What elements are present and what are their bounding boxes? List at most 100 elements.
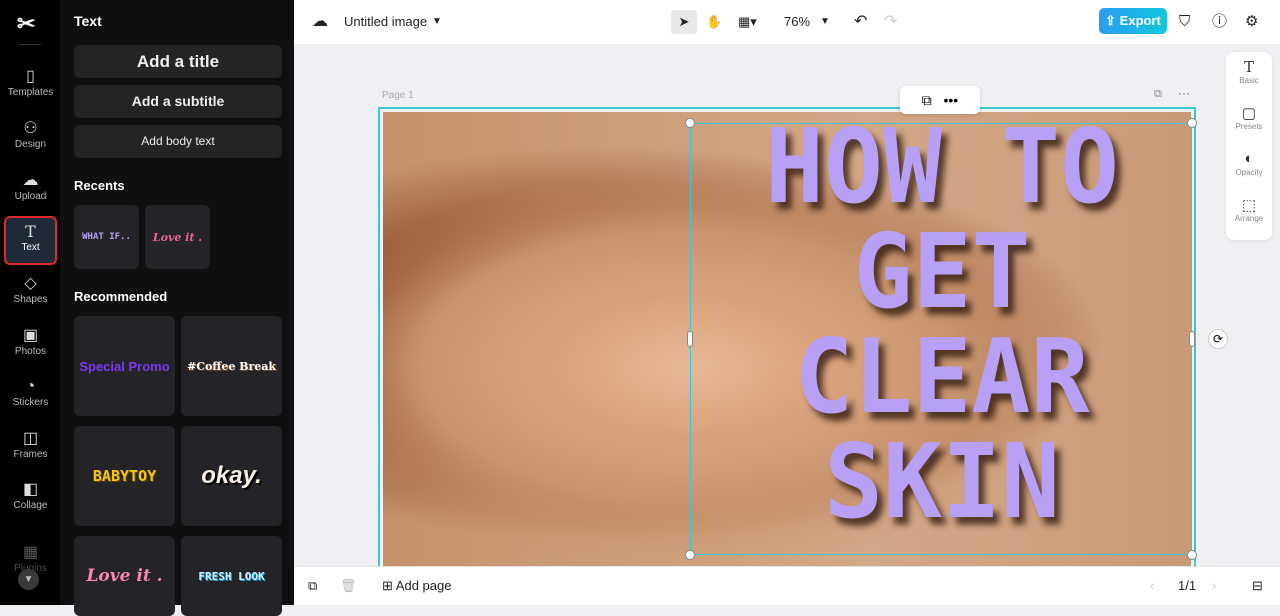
arrange-button[interactable]: ⬚ Arrange (1226, 190, 1272, 236)
upload-icon: ☁ (22, 172, 39, 189)
style-babytoy[interactable]: BABYTOY (74, 426, 175, 526)
plugins-icon: ▦ (22, 544, 39, 561)
panel-title: Text (74, 13, 102, 29)
rail-item-frames[interactable]: ◫ Frames (4, 425, 57, 473)
frames-icon: ◫ (22, 430, 39, 447)
duplicate-page-icon[interactable]: ⧉ (1154, 88, 1162, 101)
label: Basic (1239, 76, 1259, 85)
context-toolbar: ⧉ ••• (900, 86, 980, 114)
document-title[interactable]: Untitled image (344, 10, 427, 34)
templates-icon: ▯ (26, 68, 35, 85)
rotate-icon[interactable]: ⟳ (1208, 329, 1228, 349)
arrange-icon: ⬚ (1241, 197, 1257, 214)
zoom-level[interactable]: 76% (784, 10, 810, 34)
add-body-text-button[interactable]: Add body text (74, 125, 282, 158)
label: Upload (14, 191, 47, 202)
capcut-logo: ✂ (17, 11, 36, 36)
presets-icon: ▢ (1241, 105, 1257, 122)
export-button[interactable]: ⇪ Export (1099, 8, 1167, 34)
hand-icon[interactable]: ✋ (706, 10, 722, 34)
label: Shapes (13, 294, 48, 305)
redo-icon[interactable]: ↷ (884, 10, 897, 34)
text-icon: T (25, 222, 36, 241)
shield-icon[interactable]: ⛉ (1179, 10, 1190, 34)
recommended-heading: Recommended (74, 289, 168, 304)
export-label: Export (1119, 13, 1161, 28)
delete-icon[interactable]: 🗑 (340, 574, 357, 598)
design-icon: ⚇ (23, 120, 38, 137)
pages-panel-icon[interactable]: ⊟ (1252, 574, 1263, 598)
chevron-down-icon[interactable]: ▼ (432, 10, 442, 34)
photos-icon: ▣ (22, 327, 39, 344)
canvas-area: Page 1 ⧉ ··· HOW TO GET CLEAR SKIN ⟳ ⧉ •… (294, 44, 1280, 566)
label: Arrange (1234, 214, 1264, 223)
add-page-icon: ⊞ (382, 578, 396, 593)
label: Frames (13, 449, 48, 460)
layout-icon[interactable]: ▦▾ (738, 10, 757, 34)
opacity-icon: ◐ (1244, 150, 1254, 167)
resize-handle[interactable] (1187, 118, 1197, 128)
resize-handle[interactable] (1189, 331, 1195, 347)
rail-item-design[interactable]: ⚇ Design (4, 115, 57, 163)
zoom-chevron-icon[interactable]: ▼ (820, 10, 830, 34)
add-page-button[interactable]: ⊞ Add page (382, 574, 451, 598)
resize-handle[interactable] (685, 118, 695, 128)
page-more-icon[interactable]: ··· (1178, 86, 1190, 100)
top-toolbar: ☁ Untitled image ▼ ➤ ✋ ▦▾ 76% ▼ ↶ ↷ ⇪ Ex… (294, 0, 1280, 44)
chevron-down-icon[interactable]: ▼ (18, 569, 39, 590)
rail-item-templates[interactable]: ▯ Templates (4, 63, 57, 111)
page-label: Page 1 (382, 90, 414, 101)
label: Stickers (12, 397, 49, 408)
label: Templates (7, 87, 54, 98)
undo-icon[interactable]: ↶ (854, 10, 867, 34)
duplicate-icon[interactable]: ⧉ (922, 92, 932, 108)
resize-handle[interactable] (687, 331, 693, 347)
recents-heading: Recents (74, 178, 125, 193)
rail-item-collage[interactable]: ◧ Collage (4, 476, 57, 524)
recent-style-love-it[interactable]: Love it . (145, 205, 210, 269)
help-icon[interactable]: ⓘ (1212, 10, 1227, 34)
label: Text (21, 242, 40, 253)
stickers-icon: ◔ (25, 378, 36, 395)
left-rail: ✂ ▯ Templates ⚇ Design ☁ Upload T Text ◇ Shap… (0, 0, 60, 605)
text-icon: T (1243, 58, 1254, 76)
selection-box[interactable] (690, 123, 1192, 555)
style-special-promo[interactable]: Special Promo (74, 316, 175, 416)
style-fresh-look[interactable]: FRESH LOOK (181, 536, 282, 616)
add-title-button[interactable]: Add a title (74, 45, 282, 78)
page-count: 1/1 (1178, 578, 1197, 593)
basic-button[interactable]: T Basic (1226, 52, 1272, 98)
duplicate-page-icon[interactable]: ⧉ (308, 574, 317, 598)
label: Collage (13, 500, 48, 511)
label: Opacity (1235, 168, 1263, 177)
style-coffee-break[interactable]: #Coffee Break (181, 316, 282, 416)
resize-handle[interactable] (685, 550, 695, 560)
rail-item-text[interactable]: T Text (4, 216, 57, 265)
rail-item-upload[interactable]: ☁ Upload (4, 167, 57, 215)
cloud-icon[interactable]: ☁ (312, 10, 328, 34)
add-subtitle-button[interactable]: Add a subtitle (74, 85, 282, 118)
divider (19, 44, 41, 45)
select-pointer-icon[interactable]: ➤ (671, 10, 697, 34)
upload-icon: ⇪ (1105, 13, 1120, 28)
right-property-panel: T Basic ▢ Presets ◐ Opacity ⬚ Arrange (1226, 52, 1272, 240)
resize-handle[interactable] (1187, 550, 1197, 560)
shapes-icon: ◇ (24, 275, 37, 292)
collage-icon: ◧ (22, 481, 39, 498)
prev-page-icon[interactable]: ‹ (1150, 574, 1154, 598)
rail-item-photos[interactable]: ▣ Photos (4, 322, 57, 370)
presets-button[interactable]: ▢ Presets (1226, 98, 1272, 144)
label: Photos (14, 346, 47, 357)
more-icon[interactable]: ••• (943, 92, 958, 108)
label: Design (14, 139, 47, 150)
next-page-icon[interactable]: › (1212, 574, 1216, 598)
rail-item-stickers[interactable]: ◔ Stickers (4, 373, 57, 421)
style-okay[interactable]: okay. (181, 426, 282, 526)
recent-style-what-if[interactable]: WHAT IF.. (74, 205, 139, 269)
opacity-button[interactable]: ◐ Opacity (1226, 144, 1272, 190)
style-love-it[interactable]: Love it . (74, 536, 175, 616)
label: Presets (1235, 122, 1263, 131)
rail-item-shapes[interactable]: ◇ Shapes (4, 270, 57, 318)
settings-icon[interactable]: ⚙ (1245, 10, 1258, 34)
bottom-bar: ⧉ 🗑 ⊞ Add page ‹ 1/1 › ⊟ (294, 566, 1280, 605)
